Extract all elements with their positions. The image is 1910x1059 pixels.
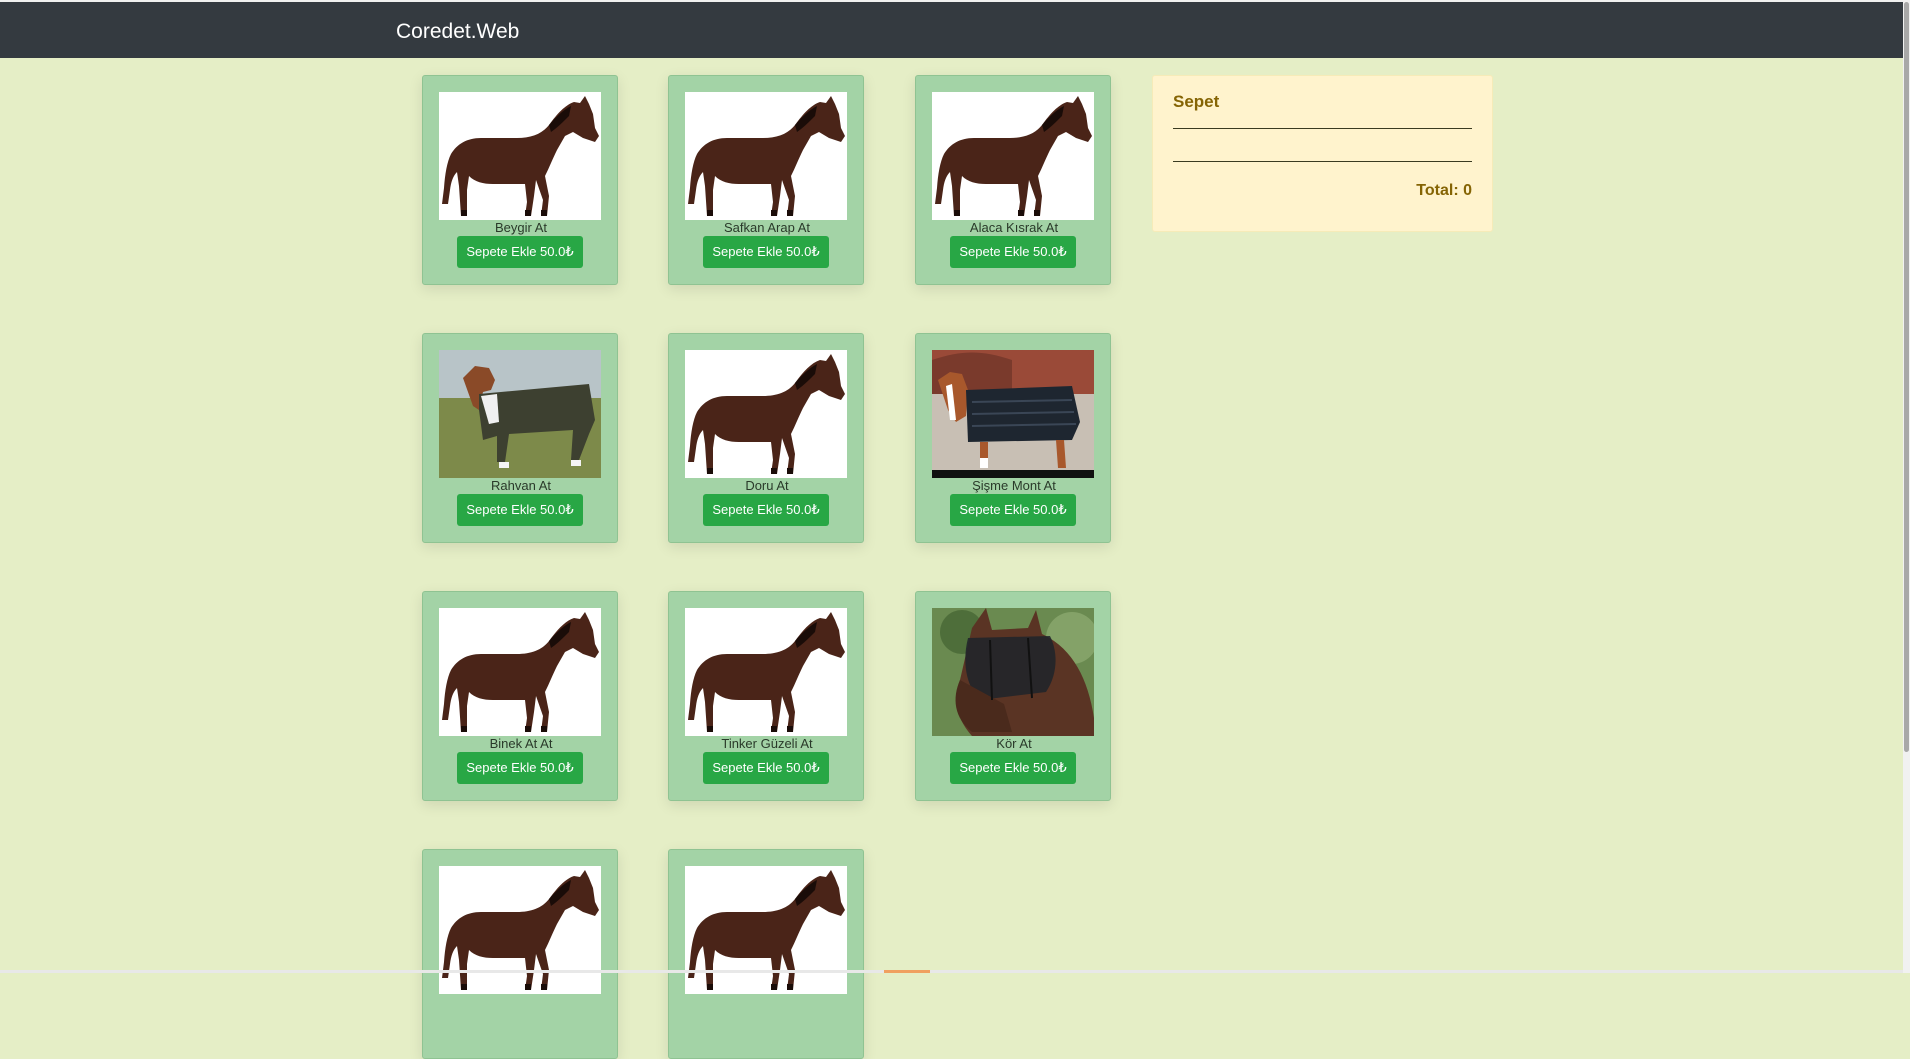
product-card: Kör At Sepete Ekle 50.0₺ xyxy=(915,591,1111,801)
product-image xyxy=(439,608,601,736)
product-image xyxy=(685,350,847,478)
product-name: Şişme Mont At xyxy=(972,478,1056,493)
add-to-cart-button[interactable]: Sepete Ekle 50.0₺ xyxy=(457,236,583,268)
product-image xyxy=(685,608,847,736)
cart-panel: Sepet Total: 0 xyxy=(1152,75,1493,232)
product-image xyxy=(439,92,601,220)
scrollbar-thumb[interactable] xyxy=(1904,2,1909,752)
product-name: Beygir At xyxy=(494,220,548,235)
product-image xyxy=(685,866,847,994)
product-card xyxy=(422,849,618,1059)
product-card: Doru At Sepete Ekle 50.0₺ xyxy=(668,333,864,543)
product-name: Alaca Kısrak At xyxy=(969,220,1059,235)
product-name: Tinker Güzeli At xyxy=(721,736,813,751)
product-image xyxy=(685,92,847,220)
cart-title: Sepet xyxy=(1173,92,1220,111)
add-to-cart-button[interactable]: Sepete Ekle 50.0₺ xyxy=(703,494,829,526)
product-card: Beygir At Sepete Ekle 50.0₺ xyxy=(422,75,618,285)
add-to-cart-button[interactable]: Sepete Ekle 50.0₺ xyxy=(457,752,583,784)
product-card: Şişme Mont At Sepete Ekle 50.0₺ xyxy=(915,333,1111,543)
product-name: Safkan Arap At xyxy=(723,220,810,235)
navbar: Coredet.Web xyxy=(0,2,1903,58)
product-card: Binek At At Sepete Ekle 50.0₺ xyxy=(422,591,618,801)
product-image xyxy=(439,866,601,994)
cart-total: Total: 0 xyxy=(1416,182,1472,199)
add-to-cart-button[interactable]: Sepete Ekle 50.0₺ xyxy=(950,494,1076,526)
product-card xyxy=(668,849,864,1059)
add-to-cart-button[interactable]: Sepete Ekle 50.0₺ xyxy=(703,752,829,784)
add-to-cart-button[interactable]: Sepete Ekle 50.0₺ xyxy=(950,236,1076,268)
product-card: Safkan Arap At Sepete Ekle 50.0₺ xyxy=(668,75,864,285)
product-image xyxy=(932,92,1094,220)
product-name: Kör At xyxy=(996,736,1032,751)
cart-divider xyxy=(1173,128,1472,129)
product-image xyxy=(439,350,601,478)
product-image xyxy=(932,608,1094,736)
product-image xyxy=(932,350,1094,478)
add-to-cart-button[interactable]: Sepete Ekle 50.0₺ xyxy=(950,752,1076,784)
product-card: Rahvan At Sepete Ekle 50.0₺ xyxy=(422,333,618,543)
page-scrollbar[interactable] xyxy=(1903,0,1910,973)
product-name: Doru At xyxy=(745,478,789,493)
add-to-cart-button[interactable]: Sepete Ekle 50.0₺ xyxy=(457,494,583,526)
product-name: Binek At At xyxy=(489,736,553,751)
product-name: Rahvan At xyxy=(491,478,551,493)
cart-divider xyxy=(1173,161,1472,162)
product-card: Tinker Güzeli At Sepete Ekle 50.0₺ xyxy=(668,591,864,801)
add-to-cart-button[interactable]: Sepete Ekle 50.0₺ xyxy=(703,236,829,268)
navbar-brand[interactable]: Coredet.Web xyxy=(396,19,519,45)
product-card: Alaca Kısrak At Sepete Ekle 50.0₺ xyxy=(915,75,1111,285)
